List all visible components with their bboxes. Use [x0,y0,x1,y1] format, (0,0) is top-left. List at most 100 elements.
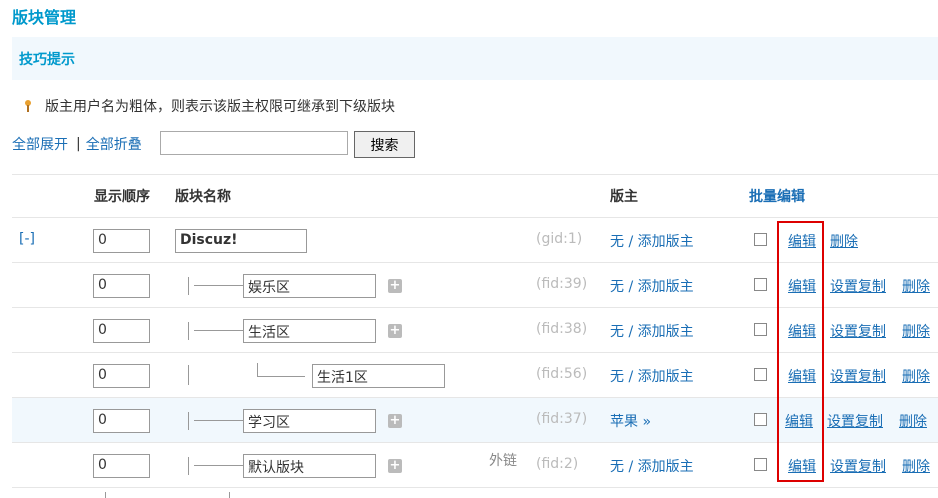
edit-link[interactable]: 编辑 [785,411,813,431]
external-link-label: 外链 [489,453,517,469]
copy-settings-link[interactable]: 设置复制 [830,456,886,476]
forum-id: (fid:37) [536,411,588,427]
header-batch-edit[interactable]: 批量编辑 [749,186,805,206]
moderator-none-link[interactable]: 无 [610,369,624,385]
forum-id: (gid:1) [536,231,583,247]
tree-line [188,322,189,340]
table-row: 0 学习区 + (fid:37) 苹果 » 编辑 设置复制 删除 [12,398,938,442]
table-row: 0 默认版块 + 外链 (fid:2) 无 / 添加版主 编辑 设置复制 删除 [12,443,938,487]
moderator-none-link[interactable]: 无 [610,279,624,295]
moderator-separator: / [628,279,634,295]
tree-line [188,277,189,295]
toolbar-separator: | [76,136,81,152]
moderator-separator: / [628,234,634,250]
forum-name-input[interactable]: 默认版块 [243,454,376,478]
table-row: 0 生活区 + (fid:38) 无 / 添加版主 编辑 设置复制 删除 [12,308,938,352]
toolbar: 全部展开 | 全部折叠 [12,130,142,158]
tree-line [257,363,258,376]
forum-id: (fid:2) [536,456,579,472]
copy-settings-link[interactable]: 设置复制 [830,366,886,386]
delete-link[interactable]: 删除 [902,456,930,476]
moderator-none-link[interactable]: 无 [610,324,624,340]
edit-link[interactable]: 编辑 [788,366,816,386]
collapse-toggle[interactable]: [-] [19,231,35,247]
moderator-cell: 苹果 » [610,411,651,431]
edit-link[interactable]: 编辑 [788,456,816,476]
moderator-cell: 无 / 添加版主 [610,456,694,476]
moderator-name-link[interactable]: 苹果 [610,414,638,430]
delete-link[interactable]: 删除 [899,411,927,431]
moderator-cell: 无 / 添加版主 [610,276,694,296]
tree-line [257,376,305,377]
add-moderator-link[interactable]: 添加版主 [638,279,694,295]
order-input[interactable]: 0 [93,274,150,298]
forum-name-input[interactable]: 生活区 [243,319,376,343]
moderator-separator: / [628,459,634,475]
expand-all-link[interactable]: 全部展开 [12,134,68,154]
tree-line [194,330,243,331]
table-row: 0 生活1区 (fid:56) 无 / 添加版主 编辑 设置复制 删除 [12,353,938,397]
batch-checkbox[interactable] [754,278,767,291]
forum-name-input[interactable]: 学习区 [243,409,376,433]
tree-line [105,492,106,498]
delete-link[interactable]: 删除 [830,231,858,251]
tips-title: 技巧提示 [19,52,75,68]
batch-checkbox[interactable] [754,368,767,381]
moderator-cell: 无 / 添加版主 [610,321,694,341]
order-input[interactable]: 0 [93,364,150,388]
edit-link[interactable]: 编辑 [788,276,816,296]
forum-name-input[interactable]: 生活1区 [312,364,445,388]
batch-checkbox[interactable] [754,233,767,246]
moderator-none-link[interactable]: 无 [610,459,624,475]
add-moderator-link[interactable]: 添加版主 [638,459,694,475]
page-title: 版块管理 [12,8,77,27]
order-input[interactable]: 0 [93,319,150,343]
order-input[interactable]: 0 [93,229,150,253]
search-input[interactable] [160,131,348,155]
batch-checkbox[interactable] [754,458,767,471]
divider [12,174,938,175]
tree-line [229,492,230,498]
header-name: 版块名称 [175,189,231,205]
forum-name-input[interactable]: Discuz! [175,229,307,253]
add-moderator-link[interactable]: 添加版主 [638,234,694,250]
copy-settings-link[interactable]: 设置复制 [830,321,886,341]
moderator-separator: / [628,369,634,385]
collapse-all-link[interactable]: 全部折叠 [86,134,142,154]
tree-line [188,365,189,385]
copy-settings-link[interactable]: 设置复制 [827,411,883,431]
plus-icon[interactable]: + [388,279,402,293]
moderator-none-link[interactable]: 无 [610,234,624,250]
forum-id: (fid:38) [536,321,588,337]
plus-icon[interactable]: + [388,459,402,473]
delete-link[interactable]: 删除 [902,276,930,296]
order-input[interactable]: 0 [93,409,150,433]
more-moderators-icon[interactable]: » [642,414,651,430]
tree-line [194,420,243,421]
batch-checkbox[interactable] [754,323,767,336]
plus-icon[interactable]: + [388,414,402,428]
edit-link[interactable]: 编辑 [788,231,816,251]
delete-link[interactable]: 删除 [902,321,930,341]
header-order: 显示顺序 [94,189,150,205]
header-moderator: 版主 [610,189,638,205]
copy-settings-link[interactable]: 设置复制 [830,276,886,296]
plus-icon[interactable]: + [388,324,402,338]
moderator-cell: 无 / 添加版主 [610,231,694,251]
table-row: [-] 0 Discuz! (gid:1) 无 / 添加版主 编辑 删除 [12,218,938,262]
search-button[interactable]: 搜索 [354,131,415,158]
tree-line [194,465,243,466]
batch-checkbox[interactable] [754,413,767,426]
order-input[interactable]: 0 [93,454,150,478]
add-moderator-link[interactable]: 添加版主 [638,324,694,340]
table-row: 0 娱乐区 + (fid:39) 无 / 添加版主 编辑 设置复制 删除 [12,263,938,307]
moderator-cell: 无 / 添加版主 [610,366,694,386]
add-moderator-link[interactable]: 添加版主 [638,369,694,385]
forum-id: (fid:56) [536,366,588,382]
edit-link[interactable]: 编辑 [788,321,816,341]
tree-line [188,457,189,475]
moderator-separator: / [628,324,634,340]
delete-link[interactable]: 删除 [902,366,930,386]
forum-name-input[interactable]: 娱乐区 [243,274,376,298]
forum-id: (fid:39) [536,276,588,292]
